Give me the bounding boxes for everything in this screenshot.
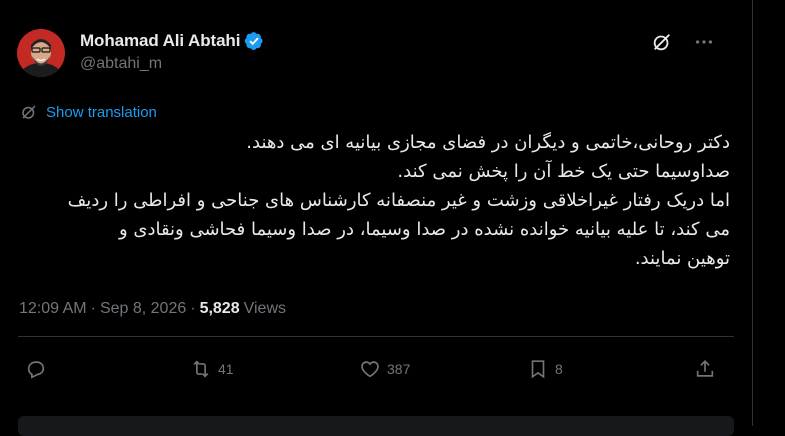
show-translation-link[interactable]: Show translation: [20, 103, 157, 121]
reply-button[interactable]: [25, 358, 47, 380]
more-options-icon[interactable]: [692, 30, 716, 54]
tweet-meta: 12:09 AM · Sep 8, 2026 · 5,828 Views: [19, 300, 286, 318]
tweet-line: توهین نمایند.: [634, 248, 730, 269]
translate-icon: [22, 105, 36, 119]
tweet-line: صداوسیما حتی یک خط آن را پخش نمی کند.: [397, 161, 730, 182]
share-button[interactable]: [694, 358, 716, 380]
reply-icon: [27, 361, 45, 379]
tweet-text: دکتر روحانی،خاتمی و دیگران در فضای مجازی…: [18, 128, 730, 273]
meta-separator: ·: [90, 300, 96, 317]
reply-composer-preview[interactable]: [18, 416, 734, 436]
share-icon: [696, 360, 714, 377]
heart-icon: [361, 361, 379, 378]
bookmark-button[interactable]: 8: [527, 358, 563, 380]
like-count: 387: [387, 361, 411, 377]
views-label: Views: [243, 300, 286, 317]
avatar[interactable]: [17, 29, 65, 77]
divider: [18, 336, 734, 337]
verified-badge-icon[interactable]: [244, 31, 264, 51]
meta-separator: ·: [190, 300, 196, 317]
author-block: Mohamad Ali Abtahi @abtahi_m: [80, 31, 264, 73]
top-actions: [650, 30, 716, 54]
views-count[interactable]: 5,828: [200, 300, 240, 318]
avatar-image: [17, 29, 65, 77]
tweet-date[interactable]: Sep 8, 2026: [100, 300, 186, 318]
action-bar: 41 387 8: [18, 358, 734, 388]
tweet-line: دکتر روحانی،خاتمی و دیگران در فضای مجازی…: [246, 132, 730, 153]
tweet-line: اما دریک رفتار غیراخلاقی وزشت و غیر منصف…: [67, 190, 730, 211]
like-button[interactable]: 387: [359, 358, 410, 380]
bookmark-count: 8: [555, 361, 563, 377]
bookmark-icon: [531, 360, 545, 379]
grok-icon[interactable]: [650, 30, 674, 54]
tweet-card: Mohamad Ali Abtahi @abtahi_m Show transl…: [0, 0, 753, 436]
retweet-count: 41: [218, 361, 234, 377]
retweet-button[interactable]: 41: [190, 358, 234, 380]
tweet-line: می کند، تا علیه بیانیه خوانده نشده در صد…: [118, 219, 730, 240]
show-translation-label[interactable]: Show translation: [46, 104, 157, 121]
author-name[interactable]: Mohamad Ali Abtahi: [80, 31, 240, 51]
tweet-time[interactable]: 12:09 AM: [19, 300, 87, 318]
retweet-icon: [193, 360, 209, 378]
author-handle[interactable]: @abtahi_m: [80, 55, 264, 73]
